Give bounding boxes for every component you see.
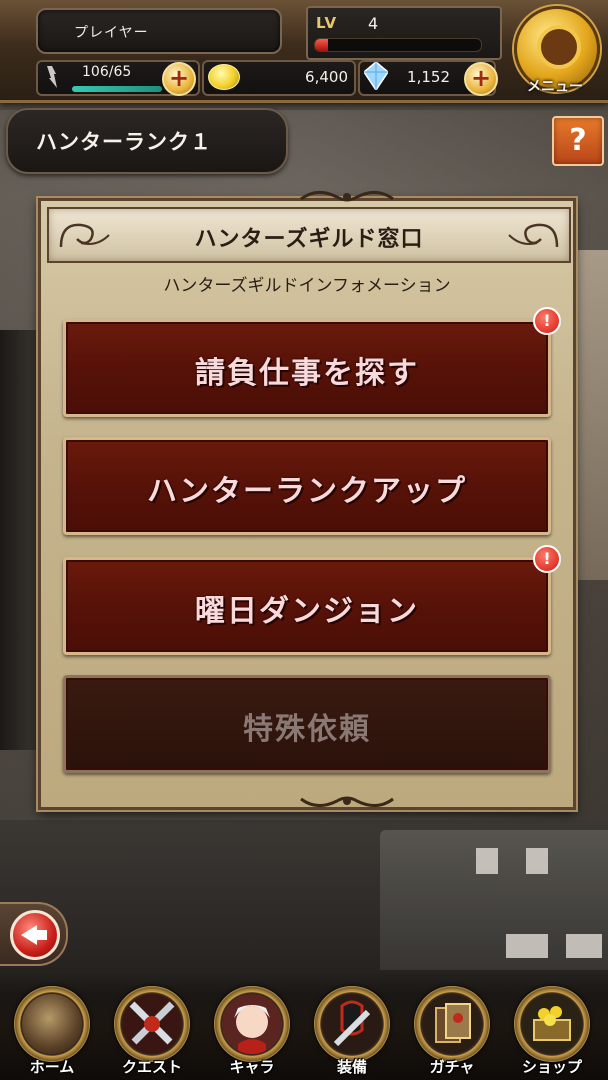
stamina-bar-fill	[72, 86, 162, 92]
rank-up-label: ハンターランクアップ	[147, 474, 467, 509]
bottom-nav: ホーム クエスト キャラ 装備 ガチャ ショップ	[0, 972, 608, 1080]
nav-home-label: ホーム	[29, 1058, 75, 1076]
gem-value: 1,152	[407, 68, 450, 86]
background-paper	[476, 848, 498, 874]
menu-button[interactable]: メニュー	[510, 6, 600, 96]
panel-subtitle: ハンターズギルドインフォメーション	[163, 276, 451, 296]
level-value: 4	[368, 14, 379, 33]
gem-icon	[364, 62, 388, 90]
exp-bar-fill	[315, 39, 329, 51]
background-paper	[506, 934, 548, 958]
background-paper	[566, 934, 602, 958]
equipment-icon	[322, 994, 382, 1054]
nav-quest[interactable]: クエスト	[102, 976, 202, 1080]
nav-equipment[interactable]: 装備	[302, 976, 402, 1080]
help-button[interactable]: ?	[552, 116, 604, 166]
coin-icon	[208, 64, 240, 90]
level-label: LV	[316, 14, 338, 32]
coin-value: 6,400	[305, 68, 348, 86]
weekday-dungeon-button[interactable]: 曜日ダンジョン	[63, 557, 551, 655]
add-gem-button[interactable]: +	[464, 62, 498, 96]
background-paper	[526, 848, 548, 874]
nav-shop-label: ショップ	[521, 1058, 582, 1076]
nav-home[interactable]: ホーム	[2, 976, 102, 1080]
player-name-box[interactable]: プレイヤー	[36, 8, 282, 54]
alert-icon: !	[533, 307, 561, 335]
ornament-icon	[300, 796, 394, 807]
rank-up-button[interactable]: ハンターランクアップ	[63, 437, 551, 535]
background-pillar	[0, 330, 38, 750]
special-request-button[interactable]: 特殊依頼	[63, 675, 551, 773]
alert-icon: !	[533, 545, 561, 573]
nav-equipment-label: 装備	[336, 1058, 367, 1076]
help-icon: ?	[569, 123, 587, 158]
find-jobs-button[interactable]: 請負仕事を探す	[63, 319, 551, 417]
nav-character[interactable]: キャラ	[202, 976, 302, 1080]
guild-panel: ハンターズギルド窓口 ハンターズギルドインフォメーション 請負仕事を探す ! ハ…	[38, 191, 576, 810]
weekday-dungeon-label: 曜日ダンジョン	[195, 594, 419, 629]
nav-gacha-label: ガチャ	[429, 1058, 475, 1076]
nav-gacha[interactable]: ガチャ	[402, 976, 502, 1080]
nav-quest-label: クエスト	[121, 1058, 182, 1076]
shop-icon	[522, 994, 582, 1054]
level-box: LV 4	[306, 6, 502, 60]
flourish-right-icon	[508, 223, 559, 248]
panel-title: ハンターズギルド窓口	[194, 227, 424, 252]
ornament-icon	[300, 191, 394, 202]
hunter-rank-bar: ハンターランク１	[6, 108, 288, 174]
stamina-icon	[47, 66, 57, 88]
player-name: プレイヤー	[74, 25, 149, 41]
stamina-bar	[72, 86, 162, 92]
stamina-value: 106/65	[82, 64, 132, 80]
back-arrow-icon	[10, 910, 60, 960]
panel-title-bar: ハンターズギルド窓口	[47, 207, 571, 263]
menu-label: メニュー	[527, 79, 583, 95]
home-icon	[22, 994, 82, 1054]
hunter-rank-label: ハンターランク１	[36, 130, 212, 154]
swords-icon	[122, 994, 182, 1054]
find-jobs-label: 請負仕事を探す	[195, 356, 419, 391]
back-button[interactable]	[0, 902, 68, 966]
coin-display: 6,400	[202, 60, 356, 96]
special-request-label: 特殊依頼	[243, 712, 371, 747]
character-icon	[222, 994, 282, 1054]
add-stamina-button[interactable]: +	[162, 62, 196, 96]
nav-character-label: キャラ	[229, 1058, 275, 1076]
nav-shop[interactable]: ショップ	[502, 976, 602, 1080]
gacha-icon	[422, 994, 482, 1054]
status-bar: プレイヤー LV 4 106/65 + 6,400 1,152 + メニュー	[0, 0, 608, 103]
exp-bar	[314, 38, 482, 52]
